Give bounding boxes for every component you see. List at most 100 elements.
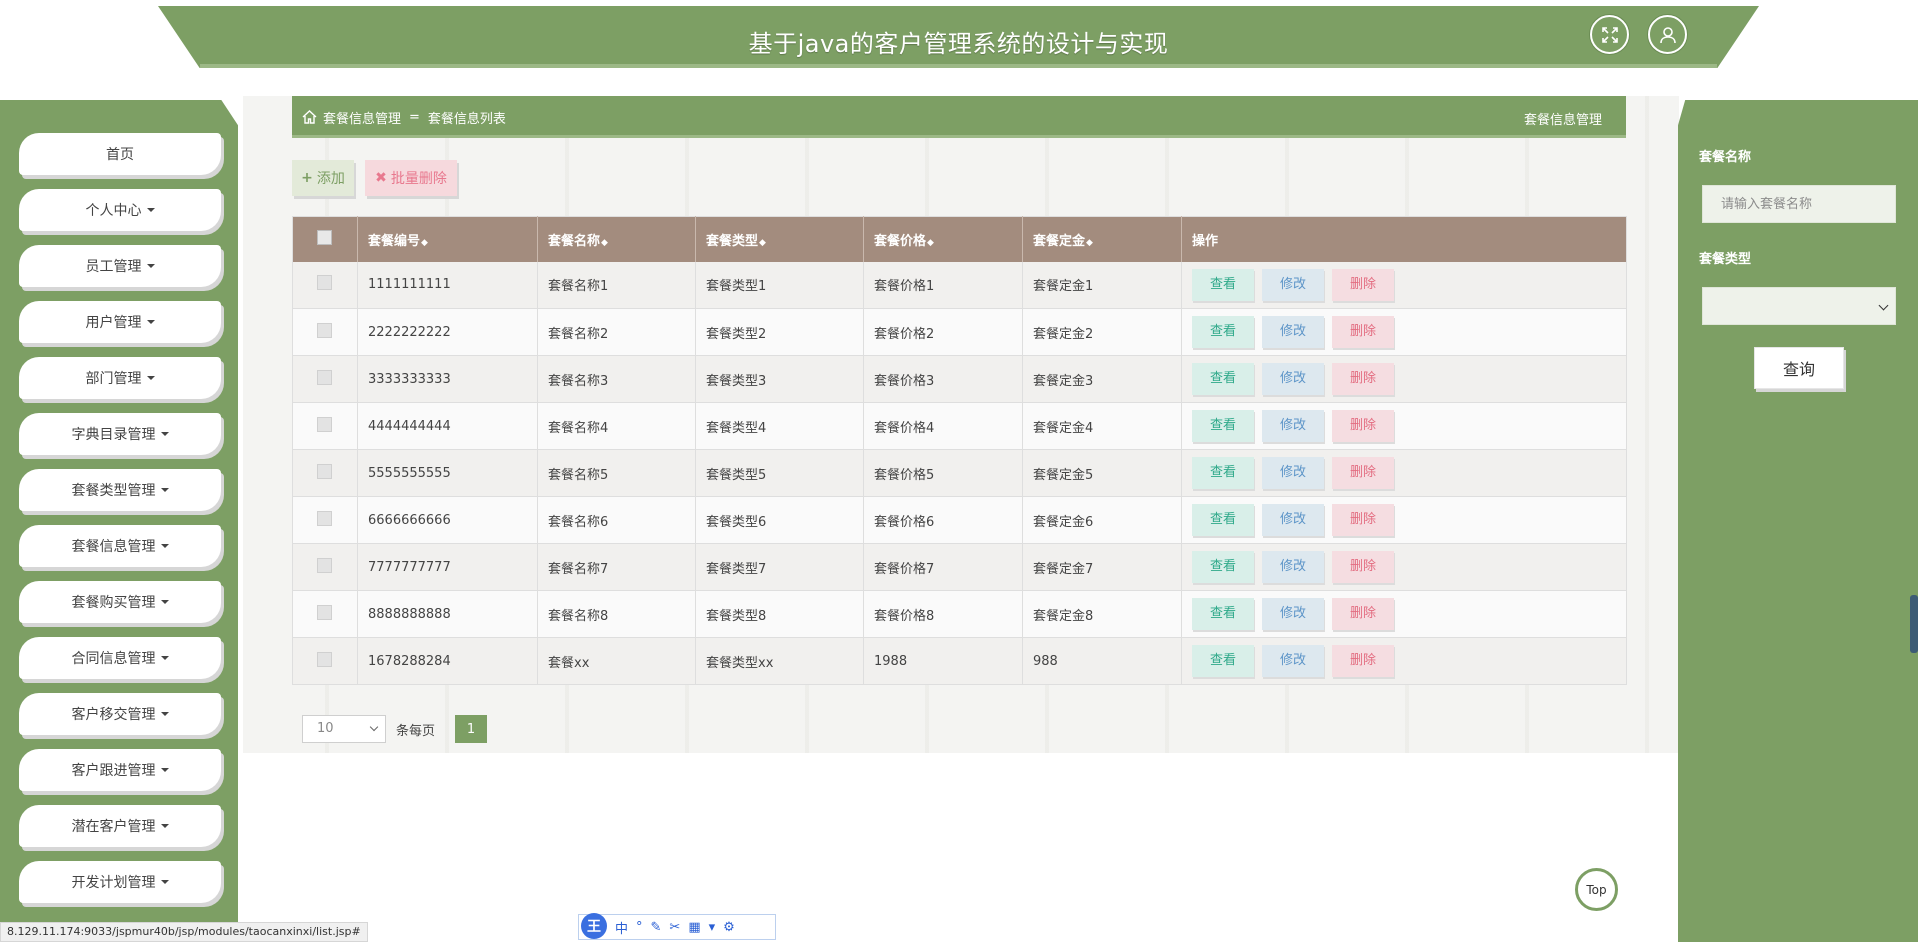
select-all-checkbox[interactable] — [317, 229, 332, 245]
edit-button[interactable]: 修改 — [1262, 551, 1324, 583]
column-header[interactable]: 套餐名称◆ — [537, 216, 696, 262]
table-row[interactable]: 2222222222 套餐名称2 套餐类型2 套餐价格2 套餐定金2 查看 修改 删除 — [292, 308, 1627, 356]
column-label: 套餐价格 — [874, 233, 927, 249]
sidebar-item[interactable]: 客户移交管理 — [19, 693, 221, 735]
keyboard-icon[interactable]: ▦ — [688, 920, 700, 935]
sidebar-item[interactable]: 用户管理 — [19, 301, 221, 343]
table-cell: 套餐类型7 — [695, 543, 864, 591]
edit-button[interactable]: 修改 — [1262, 363, 1324, 395]
breadcrumb-level1[interactable]: 套餐信息管理 — [323, 108, 401, 127]
row-checkbox[interactable] — [317, 275, 332, 291]
edit-button[interactable]: 修改 — [1262, 316, 1324, 348]
table-row[interactable]: 8888888888 套餐名称8 套餐类型8 套餐价格8 套餐定金8 查看 修改 删除 — [292, 590, 1627, 638]
sidebar-item[interactable]: 字典目录管理 — [19, 413, 221, 455]
sidebar-item[interactable]: 首页 — [19, 133, 221, 175]
package-type-label: 套餐类型 — [1699, 252, 1752, 267]
punctuation-icon[interactable]: ° — [636, 920, 643, 935]
row-checkbox[interactable] — [317, 651, 332, 667]
view-button[interactable]: 查看 — [1192, 645, 1254, 677]
column-header[interactable]: 套餐价格◆ — [863, 216, 1023, 262]
ime-mode[interactable]: 中 — [615, 918, 628, 937]
edit-button[interactable]: 修改 — [1262, 268, 1324, 301]
sidebar-item[interactable]: 部门管理 — [19, 357, 221, 399]
column-header[interactable]: 套餐类型◆ — [695, 216, 864, 262]
view-button[interactable]: 查看 — [1192, 598, 1254, 630]
table-cell: 套餐定金5 — [1022, 449, 1182, 497]
sidebar-item[interactable]: 套餐信息管理 — [19, 525, 221, 567]
pen-icon[interactable]: ✎ — [651, 920, 662, 935]
delete-button[interactable]: 删除 — [1332, 598, 1394, 630]
edit-button[interactable]: 修改 — [1262, 645, 1324, 677]
delete-button[interactable]: 删除 — [1332, 645, 1394, 677]
ime-logo-icon[interactable]: 王 — [581, 913, 607, 939]
delete-button[interactable]: 删除 — [1332, 316, 1394, 348]
table-row[interactable]: 4444444444 套餐名称4 套餐类型4 套餐价格4 套餐定金4 查看 修改 删除 — [292, 402, 1627, 450]
ime-toolbar[interactable]: 王 中 ° ✎ ✂ ▦ ▾ ⚙ — [578, 913, 776, 940]
delete-button[interactable]: 删除 — [1332, 551, 1394, 583]
view-button[interactable]: 查看 — [1192, 316, 1254, 348]
fullscreen-button[interactable] — [1590, 15, 1629, 54]
table-row[interactable]: 3333333333 套餐名称3 套餐类型3 套餐价格3 套餐定金3 查看 修改 删除 — [292, 355, 1627, 403]
sidebar-item-label: 首页 — [106, 147, 134, 163]
user-button[interactable] — [1648, 15, 1687, 54]
edit-button[interactable]: 修改 — [1262, 410, 1324, 442]
row-checkbox[interactable] — [317, 604, 332, 620]
skin-icon[interactable]: ▾ — [709, 920, 716, 935]
column-header[interactable]: 套餐定金◆ — [1022, 216, 1182, 262]
sidebar-item[interactable]: 套餐类型管理 — [19, 469, 221, 511]
row-checkbox[interactable] — [317, 416, 332, 432]
delete-button[interactable]: 删除 — [1332, 410, 1394, 442]
table-cell: 套餐定金8 — [1022, 590, 1182, 638]
edit-button[interactable]: 修改 — [1262, 504, 1324, 536]
table-cell: 套餐名称5 — [537, 449, 696, 497]
table-cell: 套餐名称1 — [537, 261, 696, 309]
package-type-select[interactable] — [1702, 287, 1896, 325]
delete-button[interactable]: 删除 — [1332, 457, 1394, 489]
column-header[interactable]: 套餐编号◆ — [357, 216, 538, 262]
view-button[interactable]: 查看 — [1192, 504, 1254, 536]
sidebar-item[interactable]: 员工管理 — [19, 245, 221, 287]
view-button[interactable]: 查看 — [1192, 410, 1254, 442]
add-button[interactable]: + 添加 — [292, 160, 354, 196]
sidebar-item[interactable]: 潜在客户管理 — [19, 805, 221, 847]
view-button[interactable]: 查看 — [1192, 268, 1254, 301]
side-scroll-handle[interactable] — [1910, 595, 1918, 653]
package-name-input[interactable] — [1702, 185, 1896, 223]
back-to-top-button[interactable]: Top — [1575, 868, 1618, 911]
edit-button[interactable]: 修改 — [1262, 457, 1324, 489]
sidebar-item[interactable]: 客户跟进管理 — [19, 749, 221, 791]
page-size-select[interactable]: 10 — [302, 715, 386, 743]
settings-icon[interactable]: ⚙ — [723, 920, 735, 935]
table-row[interactable]: 1111111111 套餐名称1 套餐类型1 套餐价格1 套餐定金1 查看 修改 删除 — [292, 261, 1627, 309]
table-row[interactable]: 7777777777 套餐名称7 套餐类型7 套餐价格7 套餐定金7 查看 修改 删除 — [292, 543, 1627, 591]
row-checkbox[interactable] — [317, 369, 332, 385]
view-button[interactable]: 查看 — [1192, 457, 1254, 489]
sidebar-item[interactable]: 合同信息管理 — [19, 637, 221, 679]
column-label: 操作 — [1192, 233, 1219, 249]
actions-cell: 查看 修改 删除 — [1181, 543, 1627, 591]
scissors-icon[interactable]: ✂ — [669, 920, 680, 935]
row-checkbox[interactable] — [317, 463, 332, 479]
query-button[interactable]: 查询 — [1754, 347, 1844, 389]
view-button[interactable]: 查看 — [1192, 363, 1254, 395]
delete-button[interactable]: 删除 — [1332, 504, 1394, 536]
sidebar-item[interactable]: 开发计划管理 — [19, 861, 221, 903]
row-checkbox[interactable] — [317, 510, 332, 526]
view-button[interactable]: 查看 — [1192, 551, 1254, 583]
delete-button[interactable]: 删除 — [1332, 268, 1394, 301]
actions-cell: 查看 修改 删除 — [1181, 308, 1627, 356]
sort-icon: ◆ — [759, 237, 766, 248]
batch-delete-button[interactable]: ✖ 批量删除 — [365, 160, 457, 196]
home-icon[interactable] — [302, 110, 317, 124]
breadcrumb: 套餐信息管理 = 套餐信息列表 套餐信息管理 — [292, 96, 1626, 138]
table-row[interactable]: 6666666666 套餐名称6 套餐类型6 套餐价格6 套餐定金6 查看 修改 删除 — [292, 496, 1627, 544]
table-row[interactable]: 1678288284 套餐xx 套餐类型xx 1988 988 查看 修改 删除 — [292, 637, 1627, 685]
sidebar-item[interactable]: 个人中心 — [19, 189, 221, 231]
edit-button[interactable]: 修改 — [1262, 598, 1324, 630]
row-checkbox[interactable] — [317, 557, 332, 573]
row-checkbox[interactable] — [317, 322, 332, 338]
delete-button[interactable]: 删除 — [1332, 363, 1394, 395]
sidebar-item[interactable]: 套餐购买管理 — [19, 581, 221, 623]
page-number-button[interactable]: 1 — [455, 715, 487, 743]
table-row[interactable]: 5555555555 套餐名称5 套餐类型5 套餐价格5 套餐定金5 查看 修改 删除 — [292, 449, 1627, 497]
